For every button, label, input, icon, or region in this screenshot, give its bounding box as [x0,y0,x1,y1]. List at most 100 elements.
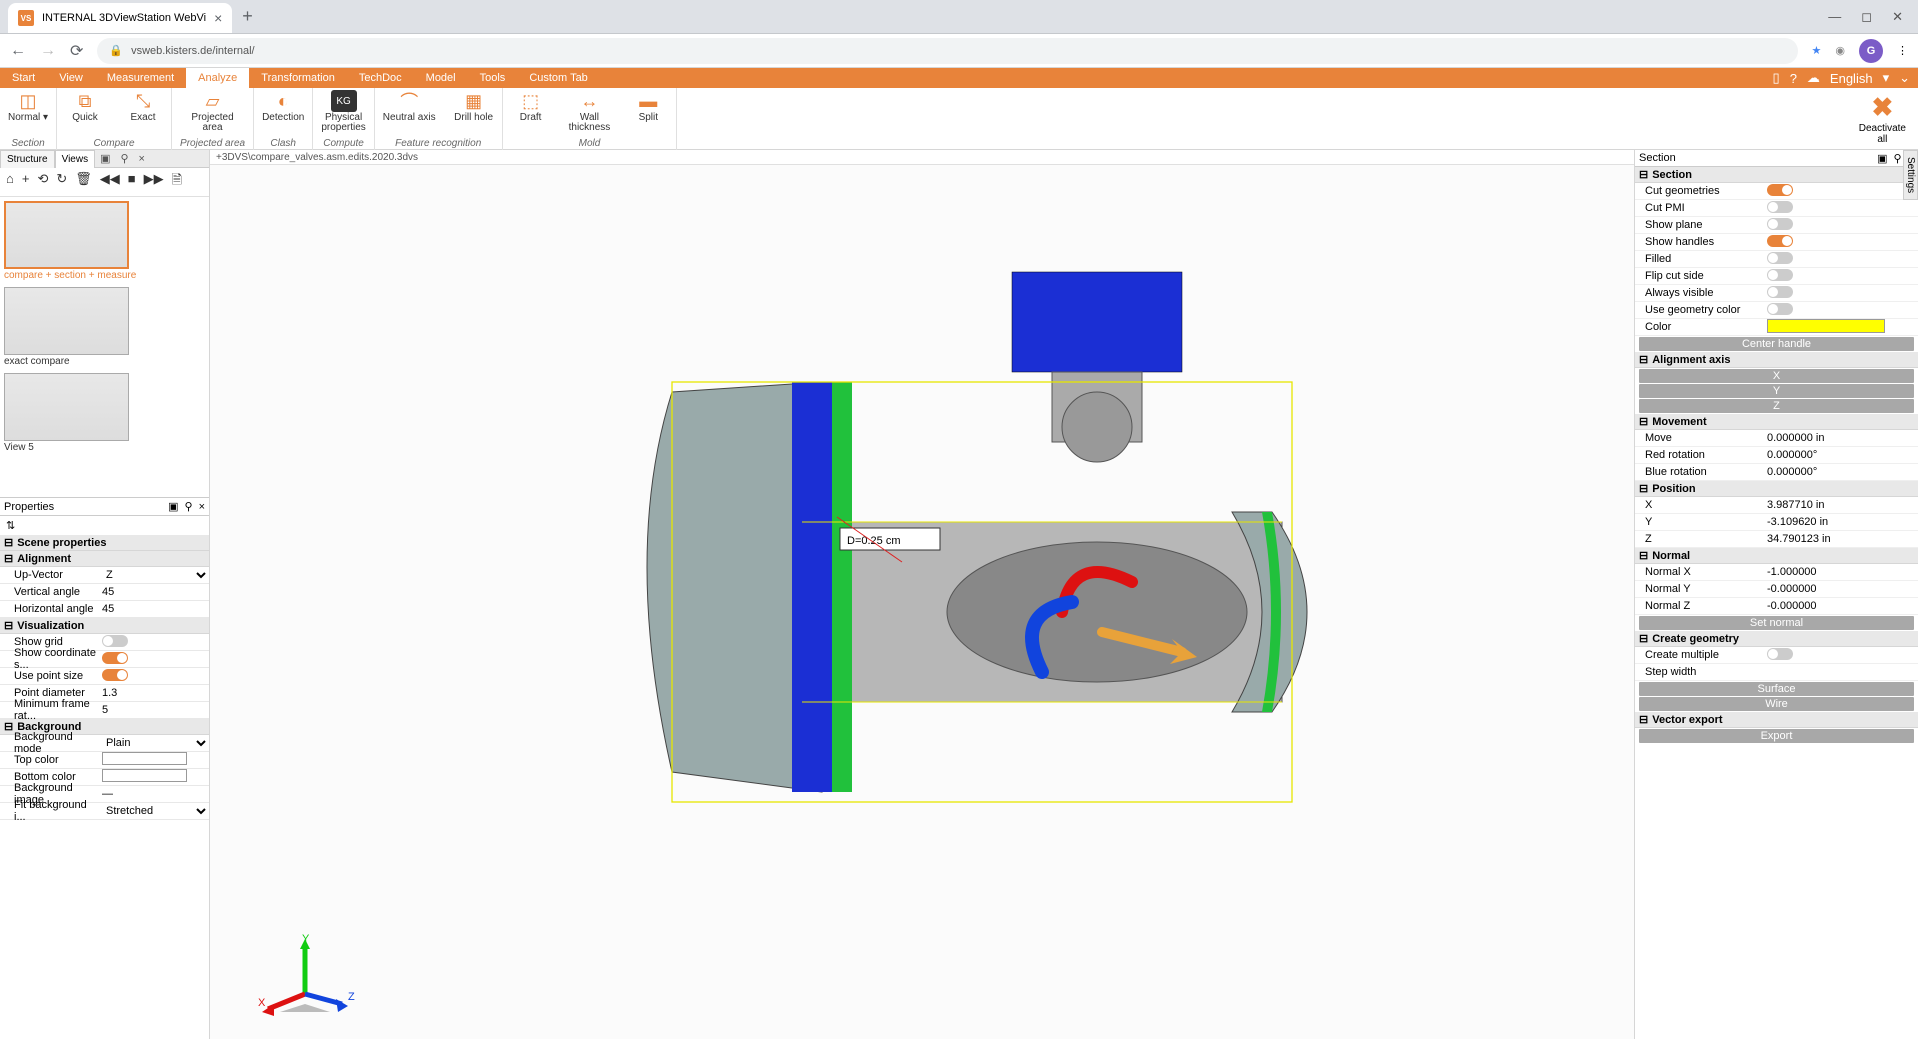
star-icon[interactable]: ★ [1812,44,1822,57]
create-multiple-toggle[interactable] [1767,648,1793,660]
move-value[interactable]: 0.000000 in [1767,432,1914,444]
pin-icon[interactable]: ⚲ [185,500,193,513]
set-normal-button[interactable]: Set normal [1639,616,1914,630]
visualization-section[interactable]: ⊟ Visualization [0,618,209,634]
section-section[interactable]: ⊟ Section [1635,167,1918,183]
language-selector[interactable]: English [1830,71,1873,86]
cloud-icon[interactable]: ☁ [1807,70,1820,86]
help-icon[interactable]: ? [1790,71,1797,86]
deactivate-all-button[interactable]: ✖ Deactivate all [1847,88,1918,149]
bg-image-value[interactable]: — [100,788,209,800]
close-panel-icon[interactable]: × [134,153,150,165]
axis-y-button[interactable]: Y [1639,384,1914,398]
window-icon[interactable]: ▣ [95,152,115,165]
alignment-axis-section[interactable]: ⊟ Alignment axis [1635,352,1918,368]
movement-section[interactable]: ⊟ Movement [1635,414,1918,430]
bottom-color-swatch[interactable] [102,769,187,782]
profile-avatar[interactable]: G [1859,39,1883,63]
always-visible-toggle[interactable] [1767,286,1793,298]
model-canvas[interactable]: D=0.25 cm X Y Z [210,165,1634,1039]
min-frame-value[interactable]: 5 [100,704,209,716]
refresh-icon[interactable]: ↻ [56,171,67,193]
language-chevron-icon[interactable]: ▾ [1883,70,1890,86]
cut-geometries-toggle[interactable] [1767,184,1793,196]
filled-toggle[interactable] [1767,252,1793,264]
sort-icon[interactable]: ⇅ [0,516,209,535]
add-icon[interactable]: + [22,171,30,193]
last-icon[interactable]: ▶▶ [144,171,164,193]
delete-icon[interactable]: 🗑 [75,171,92,193]
vector-export-section[interactable]: ⊟ Vector export [1635,712,1918,728]
red-rotation-value[interactable]: 0.000000° [1767,449,1914,461]
vertical-angle-value[interactable]: 45 [100,586,209,598]
normal-x-value[interactable]: -1.000000 [1767,566,1914,578]
section-normal-button[interactable]: ◫Normal ▾ [8,90,48,123]
cut-pmi-toggle[interactable] [1767,201,1793,213]
device-icon[interactable]: ▯ [1773,70,1780,86]
pos-y-value[interactable]: -3.109620 in [1767,516,1914,528]
section-color-swatch[interactable] [1767,319,1885,333]
alignment-section[interactable]: ⊟ Alignment [0,551,209,567]
use-geom-color-toggle[interactable] [1767,303,1793,315]
point-diameter-value[interactable]: 1.3 [100,687,209,699]
pin-icon[interactable]: ⚲ [115,152,133,165]
menu-custom[interactable]: Custom Tab [517,68,600,88]
back-icon[interactable]: ← [10,42,26,60]
url-field[interactable]: 🔒 vsweb.kisters.de/internal/ [97,38,1797,64]
first-icon[interactable]: ◀◀ [100,171,120,193]
fit-bg-select[interactable]: Stretched [102,804,209,818]
tab-structure[interactable]: Structure [0,150,55,168]
neutral-axis-button[interactable]: ⌒Neutral axis [383,90,436,123]
tab-close-icon[interactable]: × [214,10,222,26]
drill-hole-button[interactable]: ▦Drill hole [454,90,494,123]
menu-measurement[interactable]: Measurement [95,68,186,88]
flip-toggle[interactable] [1767,269,1793,281]
update-icon[interactable]: ⟲ [37,171,48,193]
wall-thickness-button[interactable]: ↔Wall thickness [569,90,611,133]
create-geometry-section[interactable]: ⊟ Create geometry [1635,631,1918,647]
wire-button[interactable]: Wire [1639,697,1914,711]
extensions-icon[interactable]: ◉ [1835,44,1845,57]
menu-view[interactable]: View [47,68,95,88]
menu-tools[interactable]: Tools [468,68,518,88]
maximize-icon[interactable]: ◻ [1861,9,1872,25]
browser-menu-icon[interactable]: ⋮ [1897,44,1908,57]
clash-detection-button[interactable]: ◐Detection [262,90,304,123]
physical-properties-button[interactable]: KGPhysical properties [321,90,365,133]
center-handle-button[interactable]: Center handle [1639,337,1914,351]
tab-views[interactable]: Views [55,150,96,168]
show-coord-toggle[interactable] [102,652,128,664]
minimize-icon[interactable]: — [1828,9,1841,25]
normal-section[interactable]: ⊟ Normal [1635,548,1918,564]
blue-rotation-value[interactable]: 0.000000° [1767,466,1914,478]
view-item[interactable]: exact compare [4,287,205,367]
bg-mode-select[interactable]: Plain [102,736,209,750]
view-item[interactable]: View 5 [4,373,205,453]
axis-z-button[interactable]: Z [1639,399,1914,413]
export-button[interactable]: Export [1639,729,1914,743]
normal-y-value[interactable]: -0.000000 [1767,583,1914,595]
settings-side-tab[interactable]: Settings [1903,150,1918,200]
split-button[interactable]: ▬Split [628,90,668,123]
top-color-swatch[interactable] [102,752,187,765]
stop-icon[interactable]: ■ [128,171,136,193]
menu-transformation[interactable]: Transformation [249,68,347,88]
show-plane-toggle[interactable] [1767,218,1793,230]
new-tab-button[interactable]: + [242,6,253,33]
export-icon[interactable]: 🗎 [172,171,182,193]
normal-z-value[interactable]: -0.000000 [1767,600,1914,612]
browser-tab[interactable]: VS INTERNAL 3DViewStation WebVi × [8,3,232,33]
scene-properties-section[interactable]: ⊟ Scene properties [0,535,209,551]
menu-start[interactable]: Start [0,68,47,88]
compare-quick-button[interactable]: ⧉Quick [65,90,105,123]
axis-widget[interactable]: X Y Z [250,934,360,1027]
reload-icon[interactable]: ⟳ [70,41,83,61]
menu-model[interactable]: Model [414,68,468,88]
pin-icon[interactable]: ⚲ [1894,152,1902,165]
horizontal-angle-value[interactable]: 45 [100,603,209,615]
show-handles-toggle[interactable] [1767,235,1793,247]
up-vector-select[interactable]: Z [102,568,209,582]
view-item[interactable]: compare + section + measure [4,201,205,281]
pos-z-value[interactable]: 34.790123 in [1767,533,1914,545]
axis-x-button[interactable]: X [1639,369,1914,383]
